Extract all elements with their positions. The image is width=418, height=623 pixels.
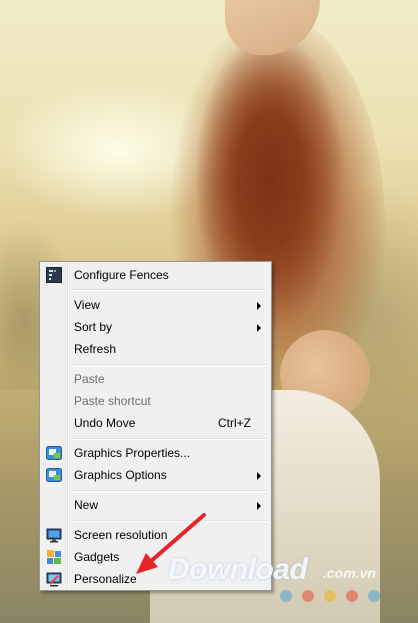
watermark-dot: [302, 590, 314, 602]
watermark-dot: [324, 590, 336, 602]
watermark-suffix: .com.vn: [323, 565, 376, 581]
watermark-text: Download: [168, 553, 308, 586]
watermark-logo: Download: [168, 553, 308, 587]
watermark-dot: [368, 590, 380, 602]
red-arrow-annotation: [136, 513, 206, 574]
watermark-dot: [280, 590, 292, 602]
watermark-dot: [346, 590, 358, 602]
